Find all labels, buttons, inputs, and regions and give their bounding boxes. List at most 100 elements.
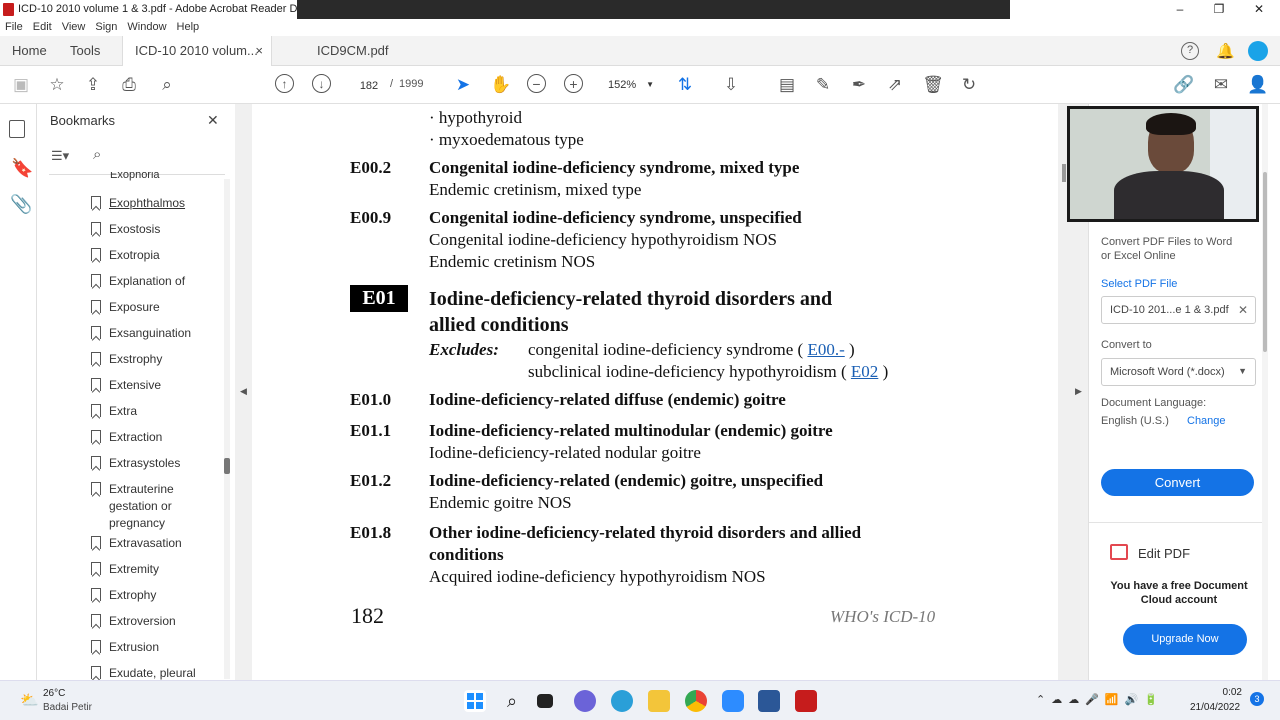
menu-window[interactable]: Window	[127, 19, 166, 36]
panel-scrollbar[interactable]	[1262, 104, 1268, 680]
bookmark-item[interactable]: Extrasystoles	[91, 455, 211, 472]
scrollbar-thumb[interactable]	[224, 458, 230, 474]
fill-sign-icon[interactable]: ✒	[848, 74, 870, 96]
bookmark-label: Exotropia	[109, 248, 160, 262]
save-icon[interactable]: ▣	[10, 74, 32, 96]
bookmark-item[interactable]: Explanation of	[91, 273, 211, 290]
close-window-button[interactable]: ✕	[1239, 0, 1279, 19]
bookmark-item[interactable]: Extravasation	[91, 535, 211, 552]
page-number-input[interactable]: 182	[352, 75, 386, 95]
user-search-icon[interactable]: 👤	[1247, 74, 1269, 96]
system-tray-icons[interactable]: ⌃☁☁🎤📶🔊🔋	[1036, 693, 1164, 706]
upload-cloud-icon[interactable]: ⇪	[82, 74, 104, 96]
menu-file[interactable]: File	[5, 19, 23, 36]
next-page-icon[interactable]: ↓	[312, 74, 331, 93]
minimize-button[interactable]: –	[1160, 0, 1200, 19]
start-icon[interactable]	[464, 690, 486, 712]
upgrade-now-button[interactable]: Upgrade Now	[1123, 624, 1247, 655]
zoom-app-icon[interactable]	[722, 690, 744, 712]
code-e009: E00.9	[350, 208, 392, 227]
delete-icon[interactable]: 🗑	[922, 74, 944, 96]
rotate-icon[interactable]: ↻	[958, 74, 980, 96]
notification-bell-icon[interactable]: 🔔	[1216, 42, 1235, 60]
bookmark-partial-item: Exophoria	[110, 172, 160, 181]
bookmark-item[interactable]: Extrusion	[91, 639, 211, 656]
scroll-mode-icon[interactable]: ⇩	[720, 74, 742, 96]
link-icon[interactable]: 🔗	[1173, 74, 1195, 96]
fit-page-icon[interactable]: ⇅	[674, 74, 696, 96]
menu-bar: File Edit View Sign Window Help	[0, 19, 1280, 36]
panel-scrollbar-thumb[interactable]	[1263, 172, 1267, 352]
menu-edit[interactable]: Edit	[33, 19, 52, 36]
find-bookmark-icon[interactable]: ⌕	[93, 146, 101, 163]
acrobat-taskbar-icon[interactable]	[795, 690, 817, 712]
bookmark-item[interactable]: Extensive	[91, 377, 211, 394]
word-icon[interactable]	[758, 690, 780, 712]
bookmark-item[interactable]: Exsanguination	[91, 325, 211, 342]
previous-page-icon[interactable]: ↑	[275, 74, 294, 93]
email-icon[interactable]: ✉	[1210, 74, 1232, 96]
maximize-button[interactable]: ❐	[1199, 0, 1239, 19]
collapse-left-icon[interactable]: ◀	[240, 386, 247, 397]
edit-pdf-link[interactable]: Edit PDF	[1138, 546, 1190, 561]
hand-tool-icon[interactable]: ✋	[490, 74, 512, 96]
bookmark-star-icon[interactable]: ☆	[46, 74, 68, 96]
menu-help[interactable]: Help	[177, 19, 200, 36]
share-edit-icon[interactable]: ⇗	[884, 74, 906, 96]
bookmark-item[interactable]: Exstrophy	[91, 351, 211, 368]
doc-line: Endemic cretinism NOS	[429, 252, 596, 271]
zoom-level-select[interactable]: 152% ▼	[600, 75, 658, 95]
bookmark-item[interactable]: Extra	[91, 403, 211, 420]
selected-file-field[interactable]: ICD-10 201...e 1 & 3.pdf ✕	[1101, 296, 1256, 324]
clear-file-icon[interactable]: ✕	[1238, 303, 1248, 317]
highlight-pen-icon[interactable]: ✎	[812, 74, 834, 96]
chrome-icon[interactable]	[685, 690, 707, 712]
search-icon[interactable]: ⌕	[156, 74, 178, 96]
chat-icon[interactable]	[574, 690, 596, 712]
doc-scrollbar-thumb[interactable]	[1062, 164, 1066, 182]
menu-sign[interactable]: Sign	[95, 19, 117, 36]
convert-format-select[interactable]: Microsoft Word (*.docx) ▼	[1101, 358, 1256, 386]
bookmark-item[interactable]: Extraction	[91, 429, 211, 446]
attachments-icon[interactable]: 📎	[10, 194, 32, 215]
zoom-out-icon[interactable]: −	[527, 74, 546, 93]
file-explorer-icon[interactable]	[648, 690, 670, 712]
bookmark-item[interactable]: Extremity	[91, 561, 211, 578]
excludes-line-2: subclinical iodine-deficiency hypothyroi…	[528, 362, 888, 382]
tab-document-icd10[interactable]: ICD-10 2010 volum... ×	[122, 36, 272, 67]
bookmarks-scrollbar[interactable]	[224, 179, 230, 679]
bookmark-item[interactable]: Extroversion	[91, 613, 211, 630]
tab-home[interactable]: Home	[0, 36, 59, 66]
bookmark-item[interactable]: Extrophy	[91, 587, 211, 604]
bookmark-options-icon[interactable]: ☰▾	[51, 148, 69, 164]
task-view-icon[interactable]	[537, 694, 553, 708]
comment-icon[interactable]: ▤	[776, 74, 798, 96]
search-taskbar-icon[interactable]: ⌕	[501, 690, 523, 712]
weather-icon[interactable]: ⛅	[20, 691, 39, 709]
select-pointer-icon[interactable]: ➤	[452, 74, 474, 96]
bookmark-item[interactable]: Extrauterine gestation or pregnancy	[91, 481, 211, 532]
page-thumbnails-icon[interactable]	[9, 120, 25, 138]
link-e02[interactable]: E02	[851, 362, 878, 381]
collapse-right-icon[interactable]: ▶	[1075, 386, 1082, 397]
acrobat-app-icon	[3, 3, 14, 16]
bookmark-item[interactable]: Exophthalmos	[91, 195, 211, 212]
zoom-in-icon[interactable]: +	[564, 74, 583, 93]
bookmark-item[interactable]: Exposure	[91, 299, 211, 316]
print-icon[interactable]: ⎙	[118, 74, 140, 96]
bookmark-item[interactable]: Exostosis	[91, 221, 211, 238]
edge-browser-icon[interactable]	[611, 690, 633, 712]
menu-view[interactable]: View	[62, 19, 86, 36]
change-language-link[interactable]: Change	[1187, 415, 1226, 427]
tab-tools[interactable]: Tools	[58, 36, 112, 66]
close-panel-icon[interactable]: ✕	[207, 112, 219, 129]
account-avatar[interactable]	[1248, 41, 1268, 61]
link-e00[interactable]: E00.-	[807, 340, 844, 359]
notification-count-badge[interactable]: 3	[1250, 692, 1264, 706]
close-tab-icon[interactable]: ×	[255, 36, 263, 66]
bookmark-item[interactable]: Exotropia	[91, 247, 211, 264]
tab-document-icd9cm[interactable]: ICD9CM.pdf	[305, 36, 401, 66]
convert-button[interactable]: Convert	[1101, 469, 1254, 496]
help-icon[interactable]: ?	[1181, 42, 1199, 60]
bookmarks-icon[interactable]: 🔖	[11, 158, 33, 179]
